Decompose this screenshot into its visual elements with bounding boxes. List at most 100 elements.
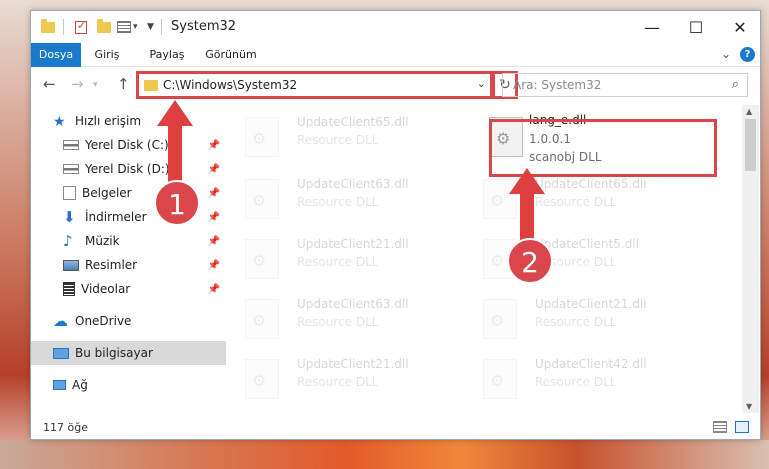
close-icon: ✕ [733,17,747,37]
nav-item-label: Resimler [85,258,138,272]
nav-item-label: Yerel Disk (D:) [85,162,170,176]
properties-icon[interactable] [117,19,131,35]
large-icons-view-icon[interactable] [735,421,749,433]
expand-ribbon-icon[interactable]: ⌄ [721,47,731,61]
up-button[interactable]: ↑ [117,75,130,93]
file-item[interactable]: UpdateClient21.dll Resource DLL [465,293,685,349]
qa-customize-icon[interactable]: ▼ [147,19,154,35]
cloud-icon: ☁ [53,312,68,330]
qa-separator [63,19,64,35]
tab-file[interactable]: Dosya [31,43,81,67]
properties-check-icon[interactable] [75,19,87,35]
download-icon: ⬇ [63,208,76,226]
ribbon-tabs: Dosya Giriş Paylaş Görünüm ⌄ ? [31,43,760,67]
nav-item-label: Hızlı erişim [75,114,142,128]
file-item[interactable]: UpdateClient21.dll Resource DLL [227,353,447,409]
minimize-button[interactable]: — [630,11,674,43]
tab-view[interactable]: Görünüm [203,43,259,67]
dll-file-icon [483,359,517,399]
file-item[interactable]: UpdateClient65.dll Resource DLL [465,173,685,229]
file-item[interactable]: UpdateClient63.dll Resource DLL [227,173,447,229]
file-name: UpdateClient21.dll [535,297,647,311]
qa-dropdown-icon[interactable]: ▾ [133,19,138,35]
nav-item-label: Müzik [85,234,120,248]
pin-icon[interactable]: 📌 [208,164,220,175]
nav-item-onedrive[interactable]: ☁ OneDrive [31,309,226,333]
tab-share[interactable]: Paylaş [145,43,189,67]
pin-icon[interactable]: 📌 [208,212,220,223]
details-view-icon[interactable] [713,421,727,433]
back-button[interactable]: ← [43,75,56,93]
maximize-button[interactable]: ☐ [674,11,718,43]
pin-icon[interactable]: 📌 [208,140,220,151]
desktop-background [0,440,769,469]
file-type: Resource DLL [297,133,379,147]
qa-separator-2 [161,19,162,35]
file-item[interactable]: UpdateClient42.dll Resource DLL [465,353,685,409]
chevron-down-icon: ▾ [93,80,98,90]
file-name: UpdateClient5.dll [535,237,639,251]
explorer-window: ▾ ▼ System32 — ☐ ✕ Dosya Giriş Paylaş Gö… [30,10,761,440]
file-item[interactable]: UpdateClient65.dll Resource DLL [227,111,447,167]
dll-file-icon [245,179,279,219]
dll-file-icon [245,117,279,157]
pin-icon[interactable]: 📌 [208,260,220,271]
file-name: UpdateClient65.dll [535,177,647,191]
file-item[interactable]: UpdateClient63.dll Resource DLL [227,293,447,349]
file-type: Resource DLL [297,255,379,269]
nav-item-this-pc[interactable]: Bu bilgisayar [31,341,226,365]
forward-arrow-icon: → [71,75,84,93]
network-icon [53,380,66,390]
drive-icon [63,164,79,174]
nav-item-quick-access[interactable]: ★ Hızlı erişim [31,109,226,133]
pin-icon[interactable]: 📌 [208,188,220,199]
nav-item-network[interactable]: Ağ [31,373,226,397]
nav-item-label: Yerel Disk (C:) [85,138,169,152]
dll-file-icon [483,299,517,339]
recent-locations-button[interactable]: ▾ [93,80,98,90]
minimize-icon: — [644,17,660,37]
scroll-up-icon[interactable]: ▲ [746,107,752,116]
file-name: UpdateClient21.dll [297,237,409,251]
nav-item-disk-d[interactable]: Yerel Disk (D:) 📌 [31,157,226,181]
forward-button[interactable]: → [71,75,84,93]
file-type: Resource DLL [535,195,617,209]
file-name: UpdateClient42.dll [535,357,647,371]
file-name: UpdateClient63.dll [297,297,409,311]
nav-item-label: Videolar [81,282,131,296]
item-count: 117 öğe [43,421,88,434]
search-box[interactable]: Ara: System32 ⌕ [502,73,748,97]
help-icon: ? [740,47,755,62]
file-item[interactable]: UpdateClient5.dll Resource DLL [465,233,685,289]
title-bar: ▾ ▼ System32 — ☐ ✕ [31,11,760,43]
close-button[interactable]: ✕ [718,11,762,43]
nav-item-pictures[interactable]: Resimler 📌 [31,253,226,277]
nav-item-label: İndirmeler [85,210,147,224]
quick-access-folder-icon[interactable] [41,18,55,35]
search-input[interactable]: Ara: System32 [513,78,601,92]
step-badge-2: 2 [507,238,553,284]
dll-file-icon [245,299,279,339]
nav-item-videos[interactable]: Videolar 📌 [31,277,226,301]
nav-item-label: OneDrive [75,314,132,328]
maximize-icon: ☐ [688,17,704,37]
file-item[interactable]: UpdateClient21.dll Resource DLL [227,233,447,289]
help-button[interactable]: ? [740,47,755,62]
nav-item-disk-c[interactable]: Yerel Disk (C:) 📌 [31,133,226,157]
scroll-thumb[interactable] [745,119,756,171]
star-icon: ★ [53,114,66,130]
nav-item-music[interactable]: ♪ Müzik 📌 [31,229,226,253]
tab-home[interactable]: Giriş [87,43,127,67]
up-arrow-icon: ↑ [117,75,130,93]
new-folder-icon[interactable] [97,18,111,35]
vertical-scrollbar[interactable]: ▲ ▼ [742,105,759,413]
navigation-pane: ★ Hızlı erişim Yerel Disk (C:) 📌 Yerel D… [31,105,226,405]
search-icon[interactable]: ⌕ [732,77,739,92]
documents-icon [63,186,76,200]
music-icon: ♪ [63,232,73,250]
scroll-down-icon[interactable]: ▼ [746,402,752,411]
file-type: Resource DLL [297,315,379,329]
pin-icon[interactable]: 📌 [208,236,220,247]
pin-icon[interactable]: 📌 [208,284,220,295]
file-list: UpdateClient65.dll Resource DLL UpdateCl… [227,105,741,409]
